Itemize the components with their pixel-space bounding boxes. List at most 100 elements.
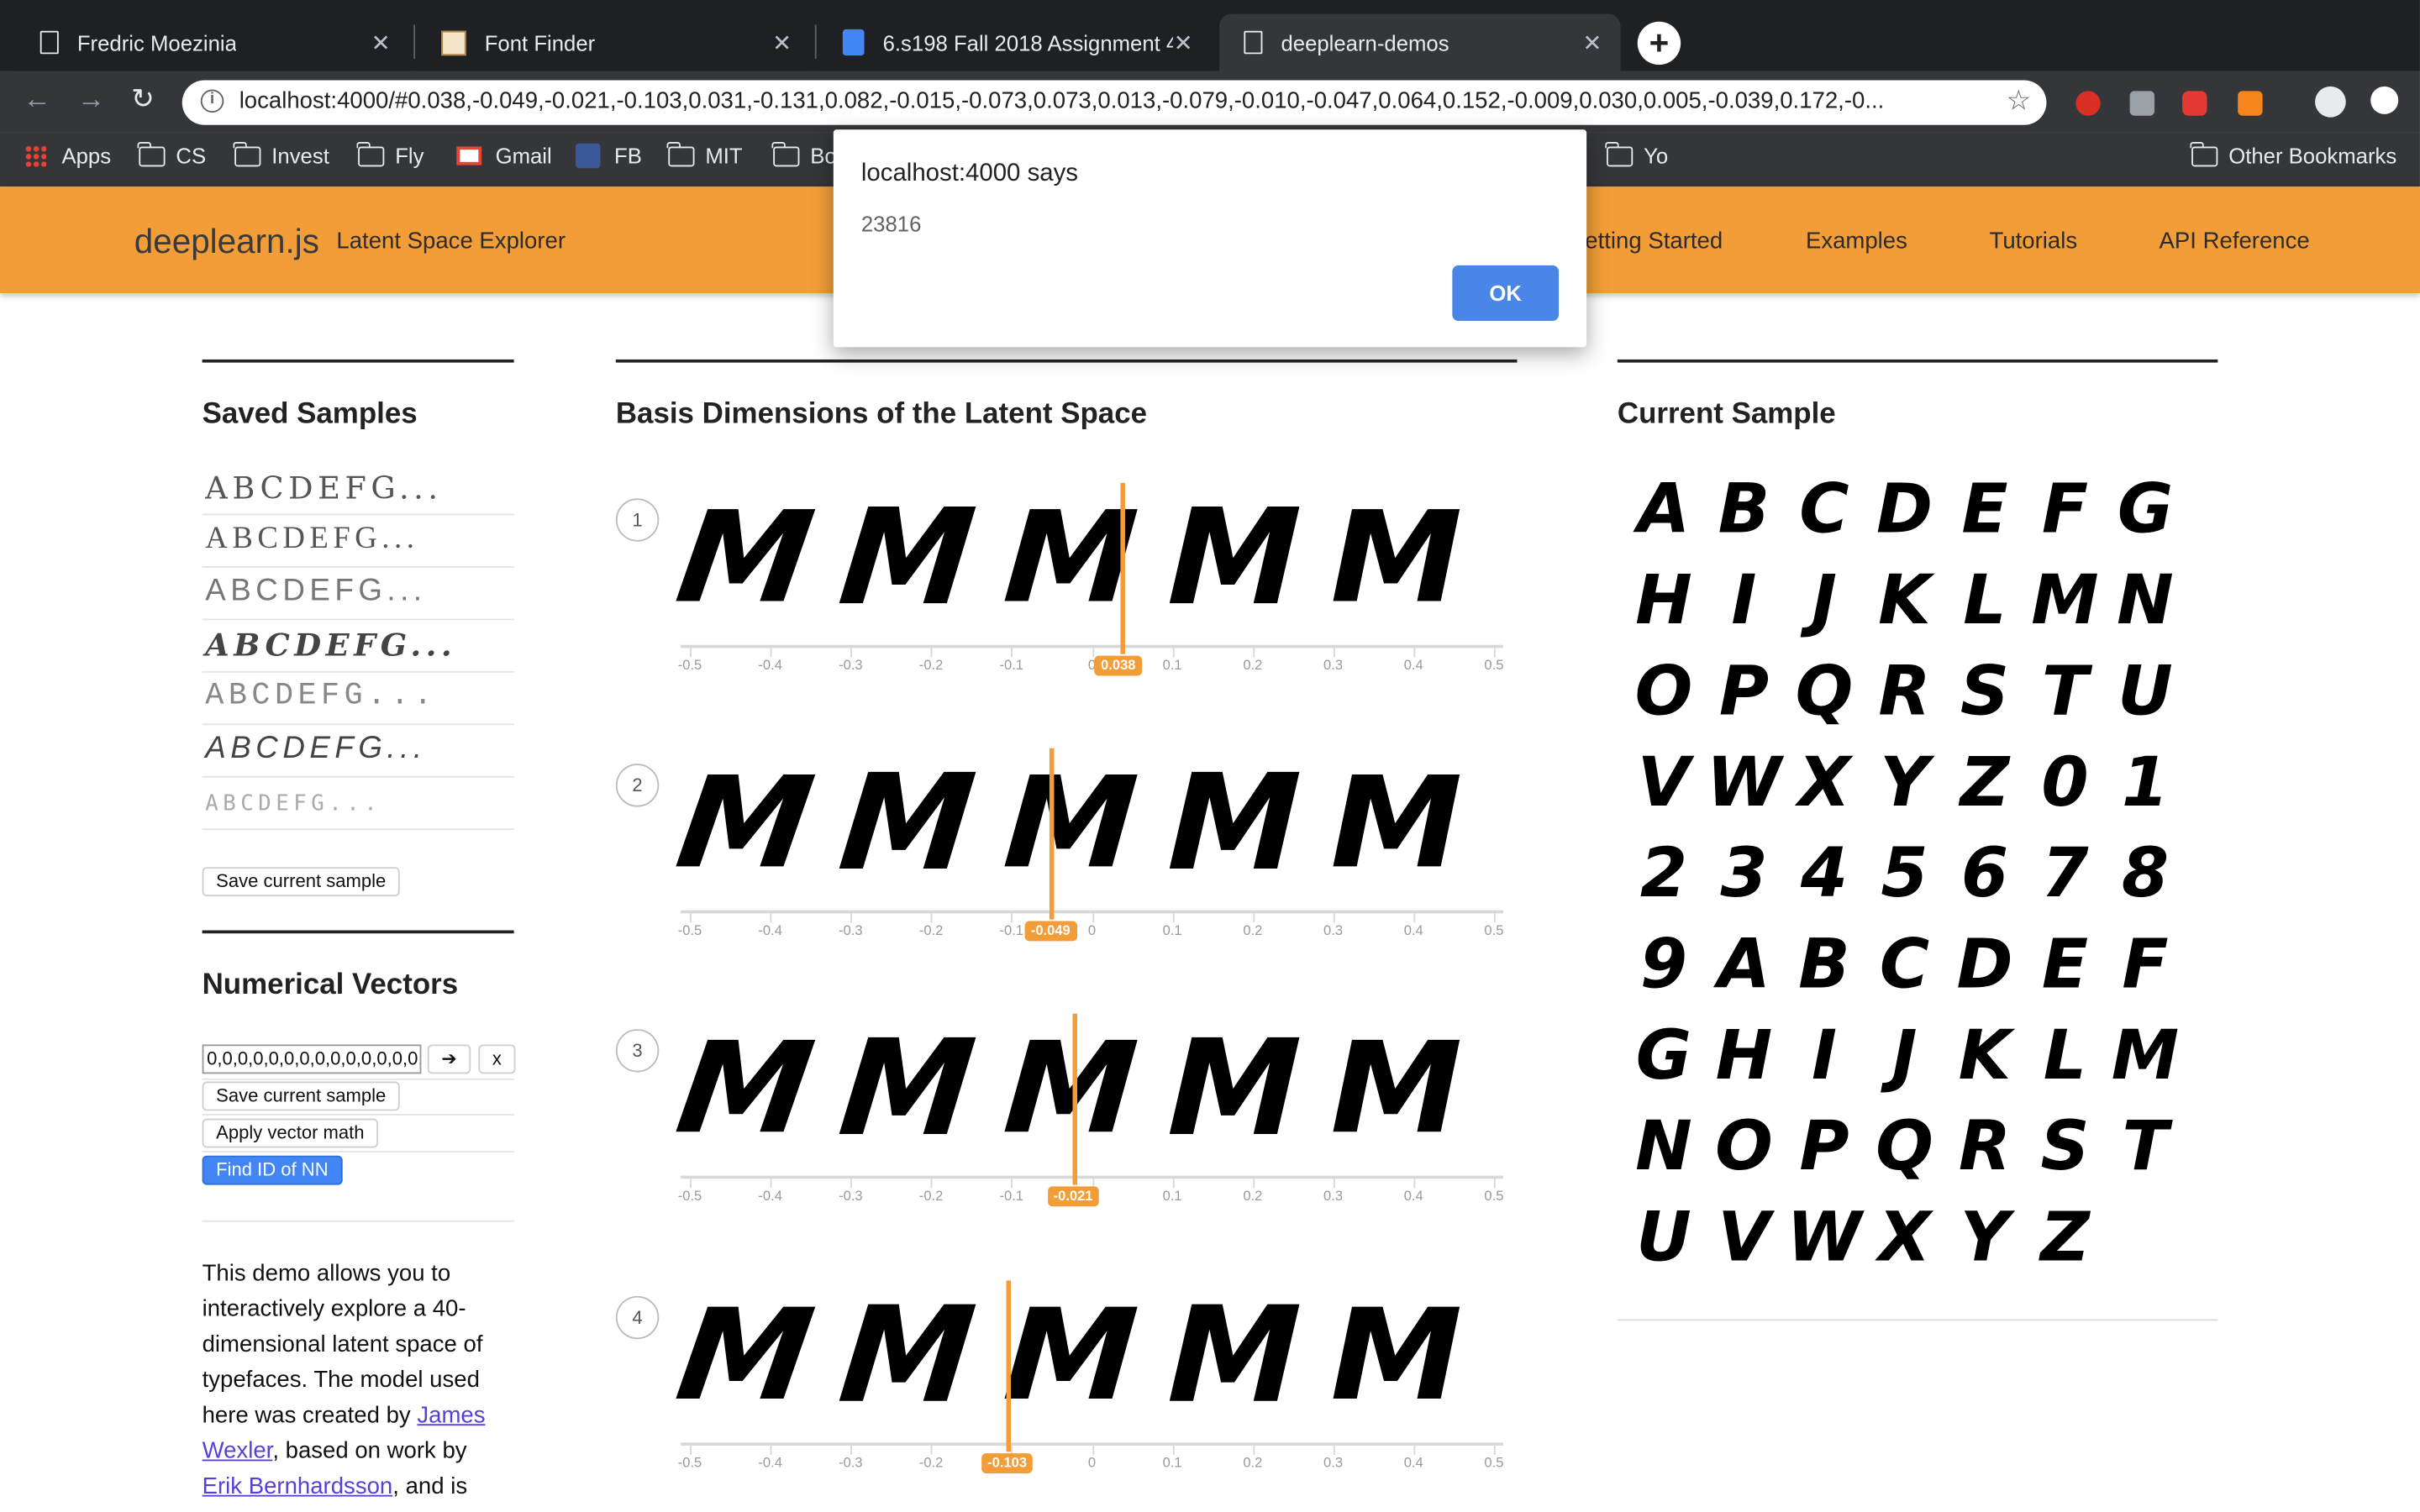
- clear-vector-button[interactable]: x: [478, 1044, 516, 1074]
- save-sample-button[interactable]: Save current sample: [202, 867, 400, 897]
- axis-tick-label: 0.4: [1403, 1455, 1423, 1471]
- new-tab-button[interactable]: +: [1637, 21, 1681, 66]
- menu-icon[interactable]: [2370, 86, 2399, 114]
- saved-sample-7[interactable]: ABCDEFG...: [202, 778, 514, 831]
- saved-sample-1[interactable]: ABCDEFG...: [202, 463, 514, 516]
- saved-sample-text: ABCDEFG...: [205, 679, 437, 715]
- bookmark-cs[interactable]: CS: [138, 141, 206, 168]
- saved-sample-3[interactable]: ABCDEFG...: [202, 568, 514, 621]
- nav-examples[interactable]: Examples: [1806, 228, 1907, 255]
- dimension-slider-handle[interactable]: [1050, 748, 1055, 920]
- adblock-icon[interactable]: [2075, 91, 2101, 116]
- saved-sample-text: ABCDEFG...: [205, 469, 443, 507]
- youtube-extension-icon[interactable]: [2182, 91, 2207, 116]
- dimension-slider-handle[interactable]: [1072, 1013, 1078, 1185]
- vector-input[interactable]: 0,0,0,0,0,0,0,0,0,0,0,0,0,0,0,0: [202, 1044, 422, 1074]
- dimension-number: 1: [615, 498, 660, 542]
- bookmark-mit[interactable]: MIT: [667, 141, 743, 168]
- axis-tick-label: 0.3: [1323, 1188, 1344, 1204]
- axis-tick: [1333, 648, 1335, 658]
- tab-fredric[interactable]: Fredric Moezinia ✕: [15, 13, 409, 71]
- save-vector-sample-button[interactable]: Save current sample: [202, 1081, 400, 1111]
- sample-glyph: H: [1715, 1016, 1773, 1096]
- close-icon[interactable]: ✕: [1174, 29, 1193, 57]
- axis-tick: [1172, 1179, 1174, 1189]
- saved-sample-4[interactable]: ABCDEFG...: [202, 620, 514, 673]
- back-icon[interactable]: ←: [24, 83, 51, 116]
- sample-row: OPQRSTU: [1623, 653, 2210, 743]
- apply-vector-math-button[interactable]: Apply vector math: [202, 1118, 379, 1148]
- bookmark-yo[interactable]: Yo: [1605, 141, 1669, 169]
- dimension-glyph: M: [1165, 481, 1303, 636]
- dimension-slider-handle[interactable]: [1007, 1280, 1012, 1452]
- axis-tick: [690, 913, 692, 923]
- forward-icon[interactable]: →: [77, 83, 105, 116]
- axis-tick-label: 0.4: [1403, 657, 1423, 673]
- close-icon[interactable]: ✕: [371, 29, 391, 57]
- extension-icon[interactable]: [2129, 91, 2155, 116]
- close-icon[interactable]: ✕: [1582, 29, 1602, 57]
- bookmark-label: FB: [614, 143, 642, 169]
- sample-glyph: Z: [2040, 1199, 2090, 1278]
- font-finder-icon: [441, 29, 466, 55]
- sample-glyph: E: [2041, 926, 2089, 1005]
- dimension-value-badge: -0.103: [981, 1453, 1034, 1474]
- bookmark-label: Gmail: [495, 143, 552, 169]
- ok-button[interactable]: OK: [1452, 265, 1560, 322]
- metamask-icon[interactable]: [2238, 91, 2263, 116]
- brand-logo[interactable]: deeplearn.js: [134, 222, 319, 262]
- sample-glyph: U: [1636, 1199, 1691, 1278]
- sample-row: UVWXYZ: [1623, 1199, 2210, 1289]
- reload-icon[interactable]: ↻: [131, 83, 155, 116]
- nav-getting-started[interactable]: etting Started: [1585, 228, 1723, 255]
- bookmark-other[interactable]: Other Bookmarks: [2191, 141, 2397, 169]
- saved-samples-heading: Saved Samples: [202, 397, 418, 431]
- dimension-glyph: M: [999, 1016, 1143, 1163]
- sample-glyph: 8: [2121, 834, 2170, 914]
- section-rule: [202, 359, 514, 363]
- bookmark-invest[interactable]: Invest: [234, 141, 329, 168]
- apply-vector-button[interactable]: ➔: [427, 1044, 471, 1074]
- info-icon[interactable]: i: [200, 89, 224, 113]
- bookmark-label: Yo: [1644, 143, 1669, 169]
- description-part: , based on work by: [272, 1437, 467, 1465]
- bookmark-label: Other Bookmarks: [2228, 143, 2397, 169]
- saved-sample-2[interactable]: ABCDEFG...: [202, 515, 514, 568]
- sample-glyph: L: [1963, 561, 2007, 641]
- nav-api-reference[interactable]: API Reference: [2160, 228, 2310, 255]
- bookmark-label: Apps: [61, 143, 112, 169]
- tab-font-finder[interactable]: Font Finder ✕: [416, 13, 811, 71]
- nav-tutorials[interactable]: Tutorials: [1990, 228, 2078, 255]
- find-nn-button[interactable]: Find ID of NN: [202, 1155, 343, 1185]
- url-text: localhost:4000/#0.038,-0.049,-0.021,-0.1…: [239, 87, 1885, 114]
- address-bar[interactable]: i localhost:4000/#0.038,-0.049,-0.021,-0…: [182, 80, 2047, 125]
- sample-glyph: X: [1878, 1199, 1931, 1278]
- dimension-number: 4: [615, 1295, 660, 1340]
- dimension-glyph: M: [1330, 750, 1463, 898]
- axis-tick-label: -0.2: [918, 657, 944, 673]
- star-icon[interactable]: ☆: [2006, 85, 2031, 118]
- dimension-number: 2: [615, 764, 660, 807]
- axis-tick: [1252, 1445, 1255, 1456]
- bookmark-bo[interactable]: Bo: [772, 141, 837, 168]
- axis-tick-label: 0.1: [1162, 1455, 1182, 1471]
- bookmark-fb[interactable]: FB: [576, 143, 642, 169]
- tab-assignment[interactable]: 6.s198 Fall 2018 Assignment 4 ✕: [818, 13, 1212, 71]
- erik-bernhardsson-link[interactable]: Erik Bernhardsson: [203, 1473, 393, 1499]
- bookmark-fly[interactable]: Fly: [357, 141, 424, 168]
- sample-glyph: E: [1961, 470, 2008, 549]
- dimension-slider-handle[interactable]: [1120, 482, 1125, 654]
- bookmark-gmail[interactable]: Gmail: [456, 143, 552, 169]
- sample-glyph: Z: [1960, 743, 2010, 822]
- axis-tick-label: 0.2: [1243, 922, 1263, 938]
- sample-glyph: N: [2117, 561, 2174, 641]
- tab-deeplearn-demos[interactable]: deeplearn-demos ✕: [1218, 13, 1621, 71]
- axis-tick: [770, 1179, 772, 1189]
- profile-avatar[interactable]: [2315, 86, 2346, 118]
- saved-sample-6[interactable]: ABCDEFG...: [202, 725, 514, 778]
- saved-sample-5[interactable]: ABCDEFG...: [202, 673, 514, 726]
- sample-glyph: F: [2122, 926, 2169, 1005]
- sample-row: ABCDEFG: [1623, 470, 2210, 561]
- bookmark-apps[interactable]: Apps: [24, 144, 111, 168]
- close-icon[interactable]: ✕: [772, 29, 792, 57]
